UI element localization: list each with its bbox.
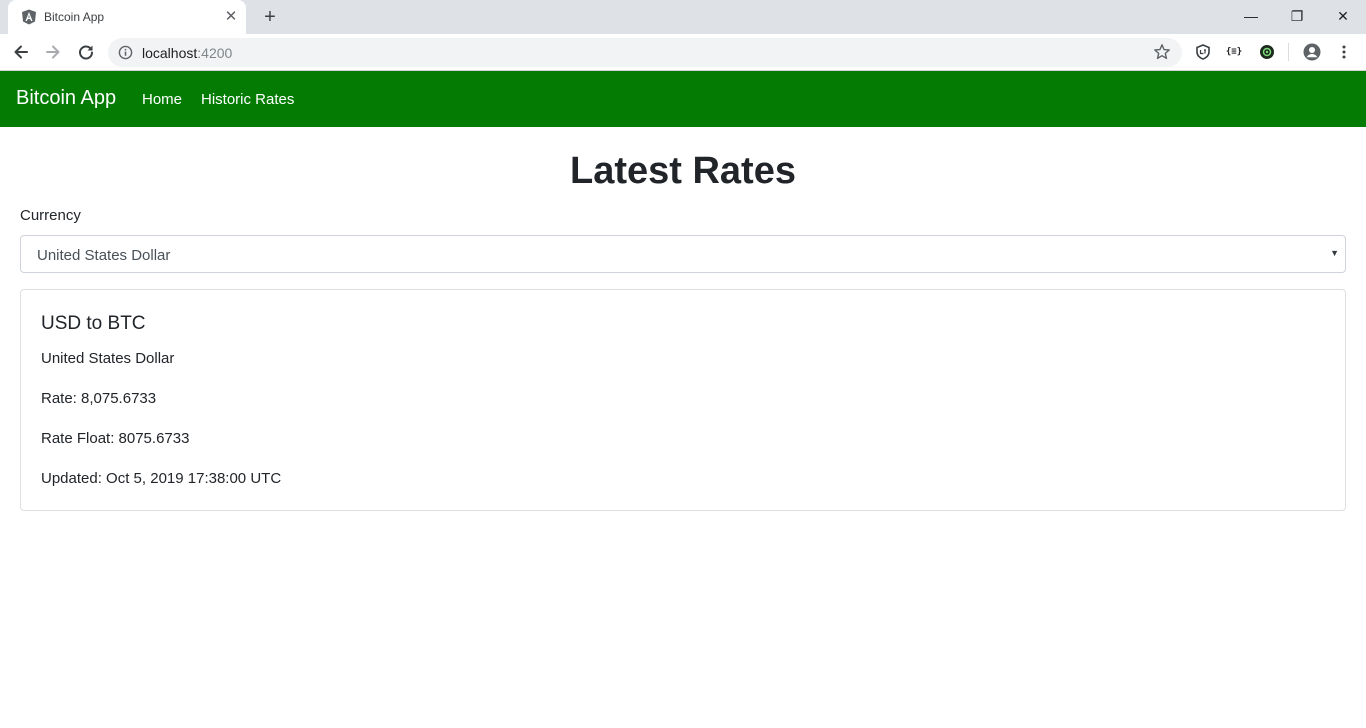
app-navbar: Bitcoin App Home Historic Rates: [0, 71, 1366, 127]
shield-icon: [1196, 44, 1210, 60]
browser-menu-button[interactable]: [1334, 42, 1354, 62]
currency-label: Currency: [20, 207, 81, 224]
reload-icon: [79, 45, 93, 60]
nav-link-home[interactable]: Home: [142, 91, 182, 108]
rate-value: Rate: 8,075.6733: [41, 390, 157, 407]
browser-toolbar: localhost:4200 {≡}: [0, 34, 1366, 71]
url-host: localhost: [142, 45, 198, 61]
arrow-right-icon: [46, 45, 60, 59]
tab-close-icon[interactable]: ✕: [222, 8, 240, 26]
currency-select[interactable]: United States Dollar ▼: [20, 235, 1346, 273]
more-vertical-icon: [1342, 45, 1346, 59]
navbar-brand[interactable]: Bitcoin App: [16, 87, 116, 110]
shield-extension-icon[interactable]: [1193, 42, 1213, 62]
profile-button[interactable]: [1302, 42, 1322, 62]
page-title: Latest Rates: [570, 150, 796, 192]
url-port: :4200: [197, 45, 233, 61]
json-extension-icon[interactable]: {≡}: [1224, 42, 1244, 62]
new-tab-button[interactable]: +: [258, 5, 282, 29]
browser-tab[interactable]: Bitcoin App ✕: [8, 0, 246, 34]
arrow-left-icon: [14, 45, 28, 59]
extension-icon[interactable]: [1257, 42, 1277, 62]
updated-timestamp: Updated: Oct 5, 2019 17:38:00 UTC: [41, 470, 282, 487]
gear-circle-icon: [1260, 45, 1274, 59]
star-icon[interactable]: [1153, 43, 1171, 61]
nav-link-historic-rates[interactable]: Historic Rates: [201, 91, 294, 108]
info-icon[interactable]: [118, 45, 133, 60]
account-circle-icon: [1303, 43, 1321, 61]
minimize-button[interactable]: —: [1228, 0, 1274, 34]
back-button[interactable]: [8, 39, 34, 65]
maximize-button[interactable]: ❐: [1274, 0, 1320, 34]
address-bar[interactable]: localhost:4200: [108, 38, 1182, 67]
currency-description: United States Dollar: [41, 350, 175, 367]
angular-icon: [22, 9, 36, 25]
url-text: localhost:4200: [142, 45, 232, 61]
forward-button[interactable]: [40, 39, 66, 65]
card-title: USD to BTC: [41, 313, 146, 334]
currency-selected-value: United States Dollar: [37, 247, 171, 264]
tab-title: Bitcoin App: [44, 10, 105, 24]
reload-button[interactable]: [73, 39, 99, 65]
rate-float-value: Rate Float: 8075.6733: [41, 430, 190, 447]
toolbar-divider: [1288, 43, 1289, 61]
chevron-down-icon: ▼: [1330, 248, 1339, 258]
close-window-button[interactable]: ✕: [1320, 0, 1366, 34]
rate-card: USD to BTC United States Dollar Rate: 8,…: [20, 289, 1346, 511]
browser-tabstrip: Bitcoin App ✕ + — ❐ ✕: [0, 0, 1366, 34]
